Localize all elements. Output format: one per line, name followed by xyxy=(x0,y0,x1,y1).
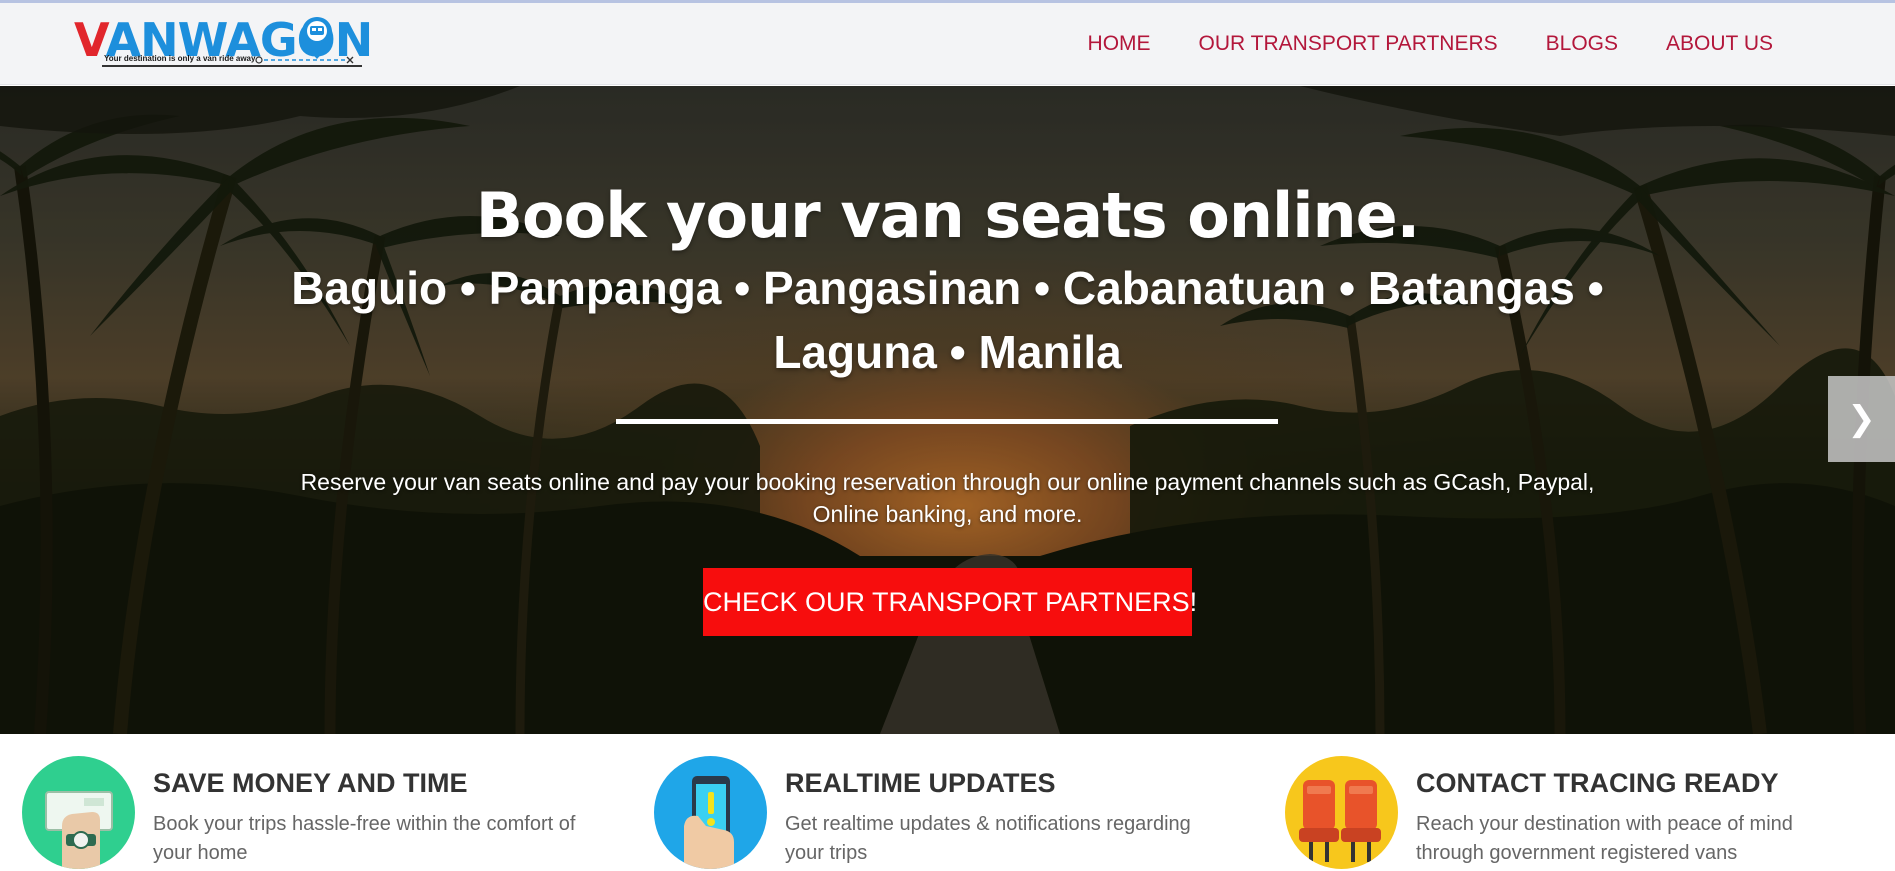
hand-ticket-icon xyxy=(22,756,135,869)
nav-transport-partners[interactable]: OUR TRANSPORT PARTNERS xyxy=(1175,29,1522,59)
hero-cities: Baguio • Pampanga • Pangasinan • Cabanat… xyxy=(291,262,1604,378)
nav-home[interactable]: HOME xyxy=(1064,29,1175,59)
route-dash-icon xyxy=(255,56,354,64)
nav-blogs[interactable]: BLOGS xyxy=(1522,29,1642,59)
feature-save-money: SAVE MONEY AND TIME Book your trips hass… xyxy=(22,756,622,871)
logo-letter-v: V xyxy=(74,13,107,67)
phone-notification-icon xyxy=(654,756,767,869)
main-nav: HOME OUR TRANSPORT PARTNERS BLOGS ABOUT … xyxy=(1064,29,1797,59)
logo-tagline: Your destination is only a van ride away xyxy=(104,54,256,63)
hero-banner: Book your van seats online. Baguio • Pam… xyxy=(0,86,1895,734)
feature-text: Reach your destination with peace of min… xyxy=(1416,813,1793,864)
carousel-next-arrow-icon[interactable]: ❯ xyxy=(1828,376,1895,462)
van-seats-icon xyxy=(1285,756,1398,869)
feature-title: SAVE MONEY AND TIME xyxy=(153,768,468,798)
feature-text: Book your trips hassle-free within the c… xyxy=(153,813,576,864)
hero-divider xyxy=(616,419,1278,424)
logo-underline xyxy=(102,65,362,67)
hero-title: Book your van seats online. xyxy=(475,179,1420,252)
site-header: VANWAGON Your destination is only a van … xyxy=(0,3,1895,85)
vanwagon-logo[interactable]: VANWAGON Your destination is only a van … xyxy=(74,15,374,71)
nav-about-us[interactable]: ABOUT US xyxy=(1642,29,1797,59)
hero-description: Reserve your van seats online and pay yo… xyxy=(300,469,1595,527)
feature-realtime-updates: REALTIME UPDATES Get realtime updates & … xyxy=(654,756,1254,871)
check-transport-partners-button[interactable]: CHECK OUR TRANSPORT PARTNERS! xyxy=(703,568,1197,636)
feature-contact-tracing: CONTACT TRACING READY Reach your destina… xyxy=(1285,756,1885,871)
feature-title: REALTIME UPDATES xyxy=(785,768,1056,798)
features-section: SAVE MONEY AND TIME Book your trips hass… xyxy=(0,734,1895,869)
feature-title: CONTACT TRACING READY xyxy=(1416,768,1779,798)
feature-text: Get realtime updates & notifications reg… xyxy=(785,813,1191,864)
